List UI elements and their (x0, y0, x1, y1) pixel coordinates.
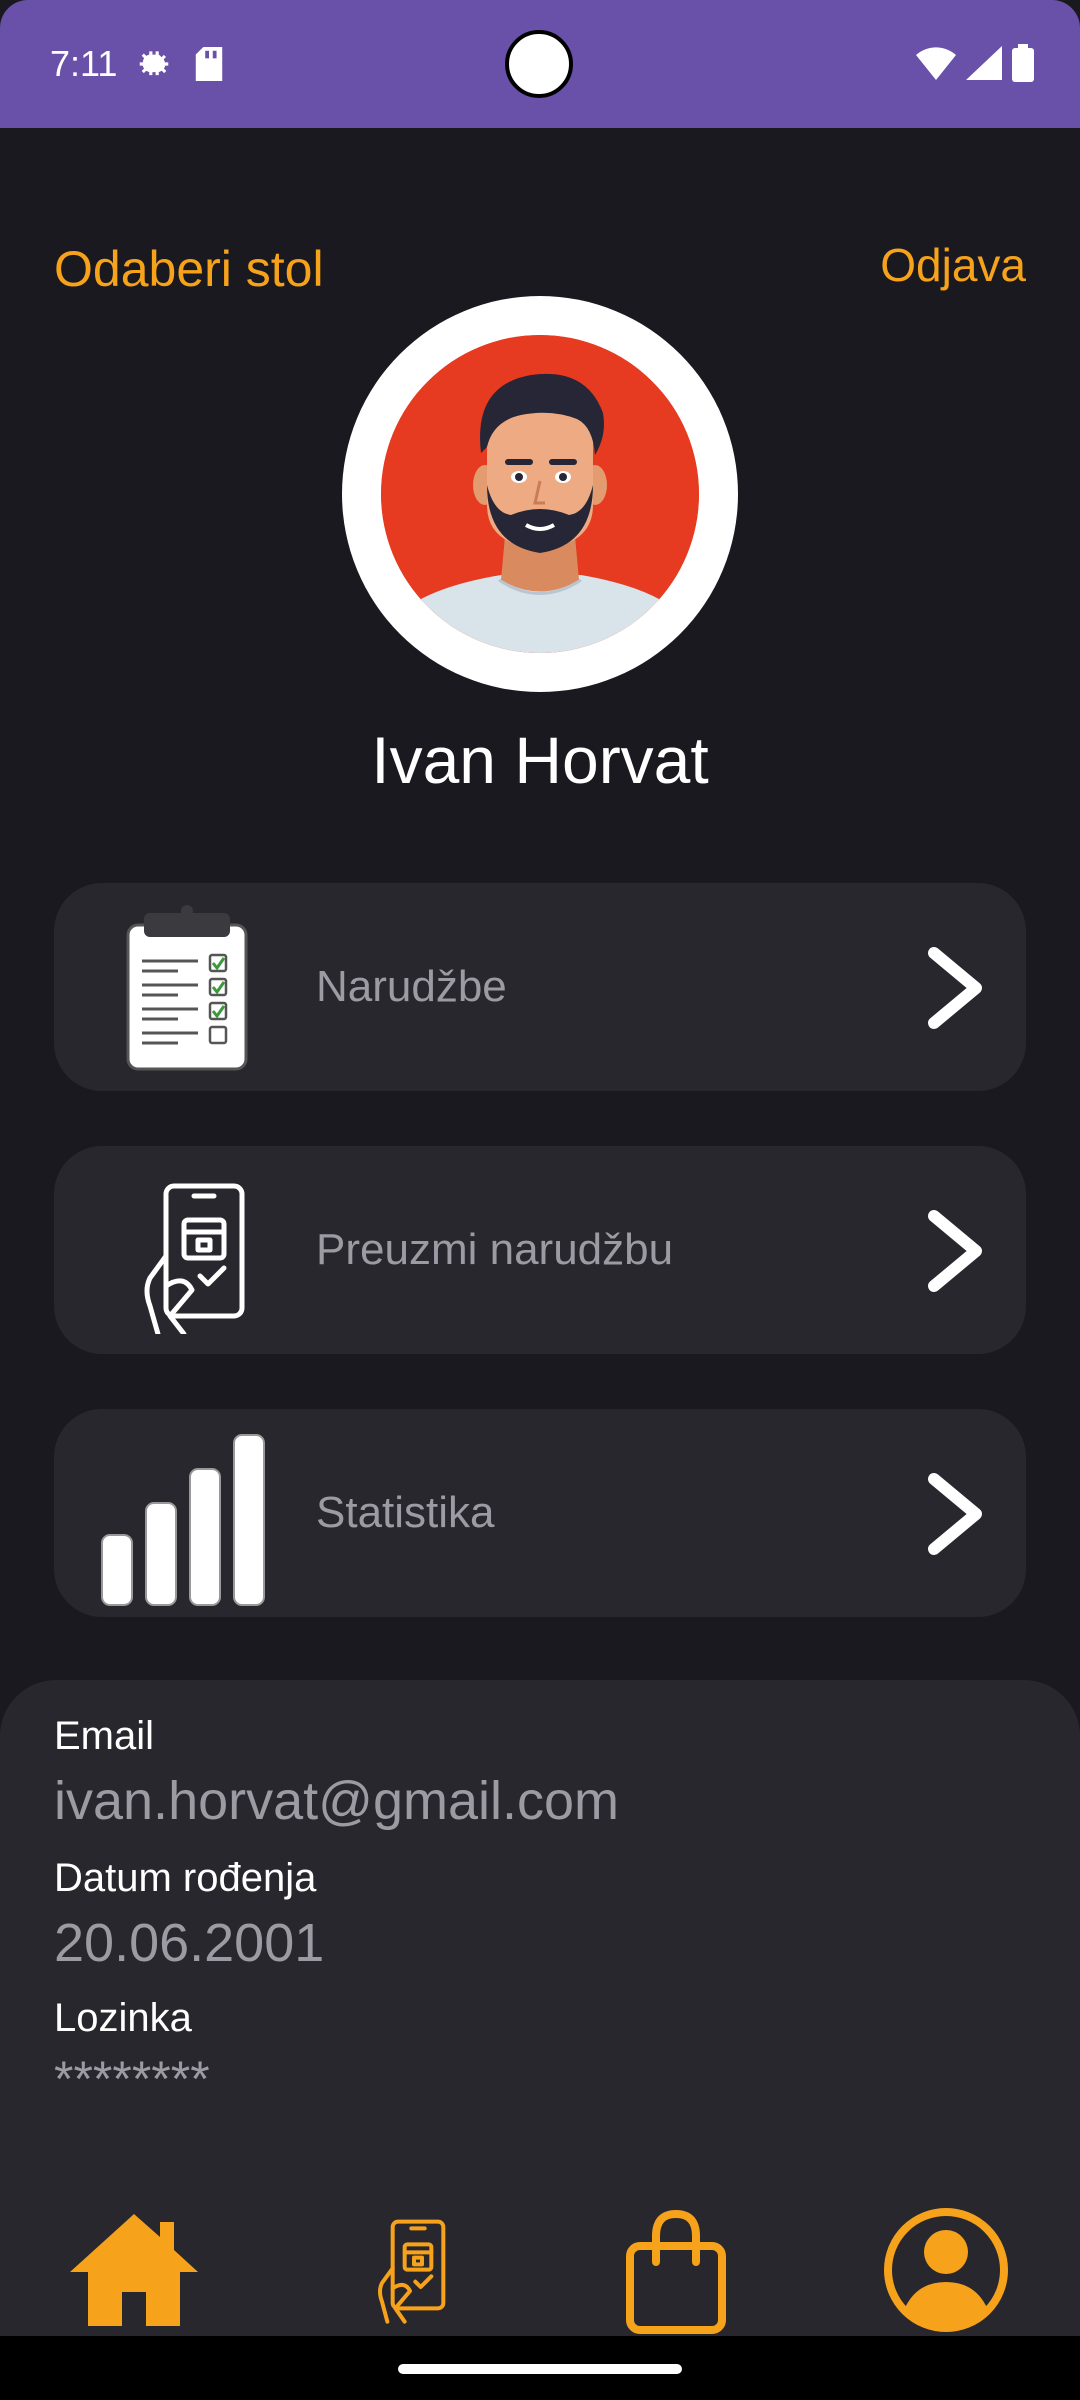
sd-card-icon (196, 47, 223, 81)
wifi-icon (916, 47, 956, 80)
dob-value: 20.06.2001 (54, 1913, 325, 1973)
bar-chart-icon (101, 1434, 265, 1606)
menu-item-orders[interactable]: Narudžbe (54, 883, 1026, 1091)
signal-icon (966, 46, 1002, 80)
menu-item-label: Preuzmi narudžbu (316, 1225, 674, 1274)
chevron-right-icon (928, 1210, 982, 1292)
chevron-right-icon (928, 947, 982, 1029)
nav-pickup-order-icon[interactable] (358, 2206, 458, 2336)
email-value: ivan.horvat@gmail.com (54, 1771, 620, 1831)
chevron-right-icon (928, 1473, 982, 1555)
menu-item-label: Statistika (316, 1488, 495, 1537)
status-right-icons (916, 44, 1034, 82)
battery-icon (1012, 44, 1034, 82)
dob-label: Datum rođenja (54, 1856, 317, 1900)
front-camera-cutout (505, 30, 573, 98)
menu-item-label: Narudžbe (316, 962, 507, 1011)
user-name: Ivan Horvat (371, 723, 709, 797)
home-indicator[interactable] (398, 2364, 682, 2374)
nav-home-icon[interactable] (66, 2206, 202, 2330)
clipboard-checklist-icon (126, 905, 248, 1071)
status-time: 7:11 (50, 43, 118, 84)
hand-phone-package-icon (144, 1183, 245, 1334)
settings-gear-icon (140, 51, 169, 76)
select-table-link[interactable]: Odaberi stol (54, 240, 324, 298)
avatar (342, 296, 738, 692)
nav-profile-icon[interactable] (882, 2206, 1010, 2334)
logout-link[interactable]: Odjava (880, 238, 1026, 292)
menu-item-pickup-order[interactable]: Preuzmi narudžbu (54, 1146, 1026, 1354)
man-avatar-illustration (381, 335, 699, 653)
menu-item-statistics[interactable]: Statistika (54, 1409, 1026, 1617)
email-label: Email (54, 1714, 155, 1758)
nav-shopping-bag-icon[interactable] (624, 2206, 728, 2336)
password-label: Lozinka (54, 1996, 192, 2040)
password-value: ******** (54, 2051, 210, 2107)
